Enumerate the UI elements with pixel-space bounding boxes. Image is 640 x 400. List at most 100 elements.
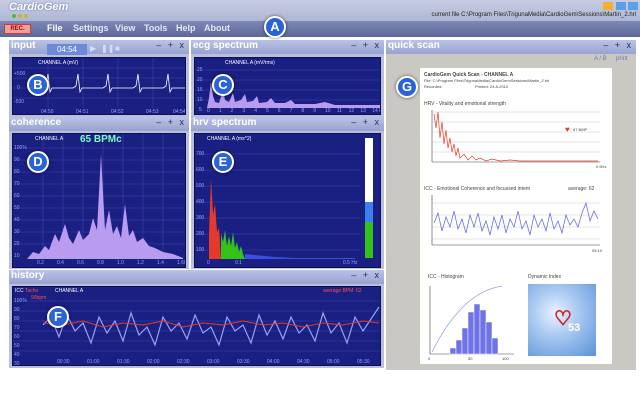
hrv-section-title: HRV - Vitality and emotional strength (424, 101, 506, 107)
channel-label: CHANNEL A (mV/rms) (225, 60, 275, 66)
x-tick: 04:00 (267, 359, 280, 365)
marker-e: E (212, 151, 234, 173)
panel-window-controls[interactable]: – + x (351, 270, 381, 280)
x-tick: 1.4 (157, 260, 164, 266)
current-file-path: current file C:\Program Files\TrigunaMed… (431, 12, 636, 18)
pause-icon[interactable]: ❚❚ (101, 44, 114, 55)
x-tick: 5 (266, 108, 269, 114)
histogram-title: ICC - Histogram (428, 274, 464, 280)
menu-help[interactable]: Help (176, 23, 196, 33)
x-tick: 04:30 (297, 359, 310, 365)
y-tick: 50 (14, 343, 20, 349)
marker-d: D (27, 151, 49, 173)
x-tick: 01:30 (117, 359, 130, 365)
x-tick: 04:52 (111, 109, 124, 115)
y-tick: 0 (17, 85, 20, 91)
panel-header: coherence – + x (9, 117, 189, 131)
average-bpm: average BPM: 62 (323, 288, 362, 294)
y-tick: 20 (197, 77, 203, 83)
y-tick: 90 (14, 307, 20, 313)
stop-icon[interactable]: ■ (115, 44, 120, 55)
hrv-mini-chart: 0.5Hz (431, 110, 606, 169)
panel-window-controls[interactable]: – + x (351, 40, 381, 50)
ab-toggle[interactable]: A / B (594, 56, 607, 62)
menu-settings[interactable]: Settings (73, 23, 109, 33)
app-logo-text: CardioGem (9, 1, 69, 13)
marker-a: A (264, 16, 286, 38)
hrv-spectrum-panel: hrv spectrum – + x CHANNEL A (ms^2) 700 6… (191, 117, 384, 269)
y-tick: 500 (196, 183, 205, 189)
y-tick: 40 (14, 217, 20, 223)
close-icon[interactable] (628, 2, 638, 10)
menu-view[interactable]: View (115, 23, 135, 33)
history-plot: ICC Tacho 90bpm CHANNEL A average BPM: 6… (12, 286, 381, 366)
x-tick: 2 (230, 108, 234, 114)
legend-icc: ICC (15, 288, 24, 294)
y-tick: 70 (14, 181, 20, 187)
status-area (0, 370, 640, 400)
y-tick: 10 (14, 253, 20, 259)
dynamic-index-gauge: ♡ 53 (528, 284, 596, 356)
histogram-chart: 0 50 100 (428, 285, 514, 361)
menu-about[interactable]: About (204, 23, 230, 33)
x-tick: 1 (218, 108, 222, 114)
marker-c: C (212, 74, 234, 96)
hist-x-tick: 0 (428, 356, 431, 361)
y-tick: 15 (197, 87, 203, 93)
x-tick: 0 (207, 260, 210, 266)
y-tick: 300 (196, 215, 205, 221)
panel-window-controls[interactable]: – + x (156, 117, 186, 127)
panel-header: hrv spectrum – + x (191, 117, 384, 131)
y-tick: 400 (196, 199, 205, 205)
x-tick: 05:30 (357, 359, 370, 365)
channel-label: CHANNEL A (55, 288, 84, 294)
y-tick: 100 (196, 247, 205, 253)
panel-header: ecg spectrum – + x (191, 40, 384, 54)
y-tick: 50 (14, 205, 20, 211)
minimize-icon[interactable] (603, 2, 613, 10)
panel-header: quick scan – + x (386, 40, 636, 54)
x-tick: 14 Hz (372, 108, 380, 114)
panel-window-controls[interactable]: – + x (603, 40, 633, 50)
session-timer: 04:54 (47, 44, 87, 55)
x-tick: 05:00 (327, 359, 340, 365)
x-tick: 12 (348, 108, 355, 114)
panel-title: hrv spectrum (193, 117, 257, 128)
panel-window-controls[interactable]: – + x (351, 117, 381, 127)
icc-x-tick: 05:10 (592, 248, 603, 253)
report-printed: Printed: 24-8-2010 (475, 84, 509, 89)
play-icon[interactable]: ▶ (90, 44, 96, 55)
x-tick: 0 (207, 108, 210, 114)
channel-label: CHANNEL A (mV) (38, 60, 79, 66)
icc-section-title: ICC - Emotional Coherence and focussed i… (424, 186, 530, 192)
x-tick: 02:30 (177, 359, 190, 365)
icc-average: average: 62 (568, 186, 595, 192)
print-button[interactable]: print (616, 56, 628, 62)
x-tick: 3 (242, 108, 246, 114)
panel-title: input (11, 40, 36, 51)
maximize-icon[interactable] (616, 2, 626, 10)
x-tick: 00:30 (57, 359, 70, 365)
legend-tacho: Tacho (25, 288, 39, 294)
status-led-yellow-icon (18, 14, 22, 18)
icc-mini-chart: 05:10 (431, 195, 603, 253)
y-tick: +500 (14, 71, 26, 77)
heart-icon: ♥ (565, 125, 570, 134)
x-tick: 9 (313, 108, 316, 114)
dynamic-index-title: Dynamic Index (528, 274, 562, 280)
y-tick: 60 (14, 193, 20, 199)
hist-x-tick: 50 (468, 356, 473, 361)
y-tick: 700 (196, 151, 205, 157)
status-led-green-icon (12, 14, 16, 18)
panel-title: coherence (11, 117, 62, 128)
menu-file[interactable]: File (47, 23, 63, 33)
channel-label: CHANNEL A (ms^2) (207, 136, 252, 142)
y-tick: 600 (196, 167, 205, 173)
bpm-readout: 65 BPMc (80, 134, 122, 145)
x-tick: 8 (301, 108, 305, 114)
report-recorded: Recorded: (424, 84, 443, 89)
record-button[interactable]: REC. (4, 24, 31, 34)
menu-tools[interactable]: Tools (144, 23, 167, 33)
y-tick: -500 (14, 99, 25, 105)
panel-window-controls[interactable]: – + x (156, 40, 186, 50)
